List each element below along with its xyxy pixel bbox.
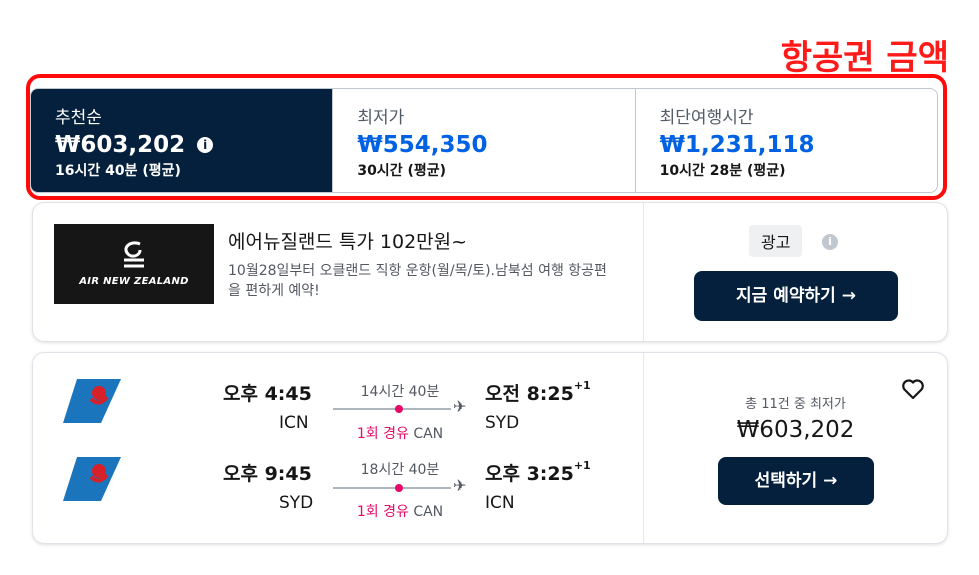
annotation-label: 항공권 금액 (780, 38, 949, 78)
tab-label: 최저가 (357, 108, 405, 128)
flight-price: ₩603,202 (736, 417, 855, 443)
book-now-button[interactable]: 지금 예약하기 → (694, 271, 898, 321)
price-panel: 총 11건 중 최저가 ₩603,202 선택하기 → (643, 353, 947, 543)
tab-duration: 10시간 28분 (평균) (659, 163, 786, 179)
plane-icon: ✈ (453, 397, 467, 416)
arrive-day-offset: +1 (573, 378, 591, 392)
route-line (333, 487, 451, 489)
select-button[interactable]: 선택하기 → (718, 457, 874, 505)
stop-airport: CAN (413, 426, 444, 442)
price-caption: 총 11건 중 최저가 (745, 397, 846, 412)
tab-price: ₩1,231,118 (659, 132, 815, 158)
tab-price: ₩603,202 i (55, 132, 308, 158)
ad-title[interactable]: 에어뉴질랜드 특가 102만원~ (228, 227, 467, 254)
airline-logo-icon (63, 379, 121, 423)
ad-side: 광고 i 지금 예약하기 → (643, 203, 947, 341)
depart-airport: SYD (279, 493, 314, 513)
info-icon[interactable]: i (822, 234, 838, 250)
sort-tabs: 추천순 ₩603,202 i 16시간 40분 (평균) 최저가 ₩554,35… (30, 88, 938, 193)
arrive-time: 오후 3:25+1 (485, 459, 591, 486)
tab-recommended[interactable]: 추천순 ₩603,202 i 16시간 40분 (평균) (31, 89, 334, 192)
tab-fastest[interactable]: 최단여행시간 ₩1,231,118 10시간 28분 (평균) (636, 89, 937, 192)
stops-info: 1회 경유 CAN (335, 423, 465, 443)
arrive-time: 오전 8:25+1 (485, 379, 591, 406)
tab-duration: 16시간 40분 (평균) (55, 163, 181, 179)
tab-label: 최단여행시간 (659, 108, 754, 128)
ad-logo-text: AIR NEW ZEALAND (79, 276, 189, 287)
ad-card[interactable]: AIR NEW ZEALAND 에어뉴질랜드 특가 102만원~ 10월28일부… (32, 202, 948, 342)
tab-price-value: ₩603,202 (55, 132, 186, 158)
ad-description: 10월28일부터 오클랜드 직항 운항(월/목/토).남북섬 여행 항공편을 편… (228, 263, 607, 299)
ad-main: AIR NEW ZEALAND 에어뉴질랜드 특가 102만원~ 10월28일부… (33, 203, 643, 341)
tab-label: 추천순 (55, 108, 102, 128)
flight-itinerary: 오후 4:45 ICN 14시간 40분 ✈ 1회 경유 CAN 오전 8:25… (33, 353, 643, 543)
plane-icon: ✈ (453, 476, 467, 495)
depart-airport: ICN (279, 413, 309, 433)
koru-icon (124, 241, 144, 268)
info-icon[interactable]: i (197, 137, 214, 153)
stops-count: 1회 경유 (356, 504, 409, 520)
depart-time: 오후 4:45 (223, 383, 312, 405)
tab-price: ₩554,350 (357, 132, 488, 158)
flight-card[interactable]: 오후 4:45 ICN 14시간 40분 ✈ 1회 경유 CAN 오전 8:25… (32, 352, 948, 544)
arrive-airport: ICN (485, 493, 515, 513)
airline-ad-logo: AIR NEW ZEALAND (54, 224, 214, 304)
depart-time: 오후 9:45 (223, 463, 312, 485)
airline-logo-icon (63, 457, 121, 501)
arrive-day-offset: +1 (573, 458, 591, 472)
stop-dot (395, 405, 403, 413)
route-line (333, 408, 451, 410)
stops-count: 1회 경유 (356, 426, 409, 442)
stops-info: 1회 경유 CAN (335, 501, 465, 521)
stop-airport: CAN (413, 504, 444, 520)
arrive-time-value: 오후 3:25 (485, 463, 574, 485)
arrive-airport: SYD (485, 413, 520, 433)
arrive-time-value: 오전 8:25 (485, 383, 574, 405)
tab-cheapest[interactable]: 최저가 ₩554,350 30시간 (평균) (333, 89, 636, 192)
tab-duration: 30시간 (평균) (357, 163, 447, 179)
stop-dot (395, 484, 403, 492)
leg-duration: 18시간 40분 (360, 462, 440, 478)
leg-duration: 14시간 40분 (360, 384, 440, 400)
ad-badge: 광고 (749, 225, 803, 257)
